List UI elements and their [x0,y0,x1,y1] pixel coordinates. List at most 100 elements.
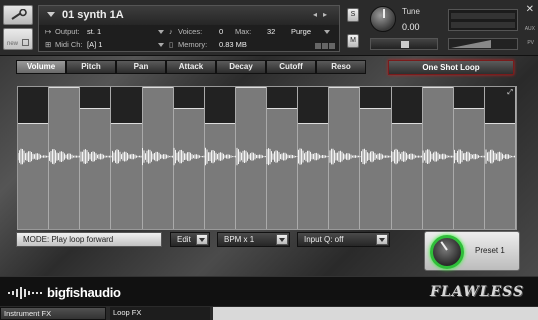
edit-menu-label: Edit [177,235,191,244]
tab-pan[interactable]: Pan [116,60,166,74]
fx-tab-bar: Instrument FX Loop FX [0,306,538,320]
brand-name: bigfishaudio [47,285,121,300]
step-column[interactable] [391,87,423,229]
cpu-meter-icon [315,42,339,49]
step-level-bar[interactable] [142,87,173,229]
tab-instrument-fx[interactable]: Instrument FX [0,307,106,320]
tab-pitch[interactable]: Pitch [66,60,116,74]
instrument-name-row: 01 synth 1A ◂▸ [39,6,339,25]
tab-decay[interactable]: Decay [216,60,266,74]
tab-volume[interactable]: Volume [16,60,66,74]
instrument-name[interactable]: 01 synth 1A [62,9,124,21]
bigfishaudio-logo-icon [8,287,42,299]
step-column[interactable] [204,87,236,229]
step-column[interactable] [142,87,174,229]
max-voices-value[interactable]: 32 [267,27,275,36]
max-label: Max: [235,27,252,36]
midi-channel-value[interactable]: [A] 1 [87,40,102,49]
tab-loop-fx[interactable]: Loop FX [110,307,210,320]
tune-value: 0.00 [402,22,420,32]
bpm-multiplier-menu[interactable]: BPM x 1 [217,232,290,247]
tune-knob[interactable] [370,6,396,32]
step-level-bar[interactable] [235,87,266,229]
step-column[interactable] [49,87,81,229]
step-level-bar[interactable] [422,87,453,229]
step-sequencer-grid[interactable]: ⤢ [17,86,517,230]
edit-menu[interactable]: Edit [170,232,210,247]
expand-icon[interactable]: ⤢ [507,89,513,97]
input-q-dropdown-arrow-icon[interactable] [376,234,388,245]
voices-label: Voices: [178,27,203,36]
volume-slider[interactable] [448,38,518,50]
memory-value: 0.83 MB [219,40,247,49]
tab-attack[interactable]: Attack [166,60,216,74]
step-level-bar[interactable] [111,122,142,229]
step-column[interactable] [329,87,361,229]
step-level-bar[interactable] [329,87,360,229]
solo-button[interactable]: S [347,8,359,22]
step-level-bar[interactable] [204,122,235,229]
step-level-bar[interactable] [80,108,111,229]
pv-label[interactable]: PV [527,40,534,46]
volume-wedge-icon [451,40,491,48]
step-column[interactable] [235,87,267,229]
purge-dropdown-icon[interactable] [324,30,330,34]
edit-dropdown-arrow-icon[interactable] [196,234,208,245]
parameter-tabs: Volume Pitch Pan Attack Decay Cutoff Res… [16,60,366,74]
step-level-bar[interactable] [298,122,329,229]
one-shot-loop-button[interactable]: One Shot Loop [388,60,514,75]
new-instrument-box[interactable]: new [3,28,33,50]
preset-label: Preset 1 [475,246,505,255]
step-column[interactable] [111,87,143,229]
step-column[interactable] [80,87,112,229]
pan-handle[interactable] [401,41,409,48]
instrument-menu-arrow-icon[interactable] [47,12,55,17]
step-column[interactable] [18,87,50,229]
close-icon[interactable]: ✕ [526,4,534,15]
instrument-header: new 01 synth 1A ◂▸ ↦ Output: st. 1 ♪ Voi… [0,0,538,56]
output-label: Output: [55,27,80,36]
voices-icon: ♪ [169,27,173,36]
input-quantize-menu[interactable]: Input Q: off [297,232,390,247]
product-logo: FLAWLESS [430,284,525,300]
preset-selector[interactable]: Preset 1 [424,231,520,271]
step-level-bar[interactable] [18,122,49,229]
memory-icon: ▯ [169,40,174,49]
step-column[interactable] [484,87,516,229]
new-label: new [7,41,19,47]
step-level-bar[interactable] [391,122,422,229]
purge-dropdown[interactable]: Purge [291,27,311,36]
step-level-bar[interactable] [360,108,391,229]
tab-cutoff[interactable]: Cutoff [266,60,316,74]
wrench-button[interactable] [3,5,33,25]
output-value[interactable]: st. 1 [87,27,101,36]
aux-label[interactable]: AUX [525,26,535,32]
output-dropdown-icon[interactable] [158,30,164,34]
step-column[interactable] [422,87,454,229]
bpm-dropdown-arrow-icon[interactable] [276,234,288,245]
step-column[interactable] [298,87,330,229]
mute-button[interactable]: M [347,34,359,48]
step-level-bar[interactable] [267,108,298,229]
instrument-name-panel: 01 synth 1A ◂▸ ↦ Output: st. 1 ♪ Voices:… [38,5,340,52]
step-level-bar[interactable] [484,122,515,229]
step-column[interactable] [173,87,205,229]
step-level-bar[interactable] [49,87,80,229]
tab-reso[interactable]: Reso [316,60,366,74]
step-level-bar[interactable] [173,108,204,229]
midi-label: Midi Ch: [55,40,83,49]
step-column[interactable] [267,87,299,229]
playback-mode-display[interactable]: MODE: Play loop forward [16,232,162,247]
step-column[interactable] [453,87,485,229]
voices-value: 0 [219,27,224,36]
midi-icon: ⊞ [45,40,52,49]
preset-knob[interactable] [430,235,464,269]
pan-slider[interactable] [370,38,438,50]
new-icon [22,39,29,46]
midi-dropdown-icon[interactable] [158,43,164,47]
tune-label: Tune [402,7,420,16]
prev-next-instrument-icon[interactable]: ◂▸ [313,10,333,19]
memory-label: Memory: [178,40,208,49]
step-level-bar[interactable] [453,108,484,229]
step-column[interactable] [360,87,392,229]
